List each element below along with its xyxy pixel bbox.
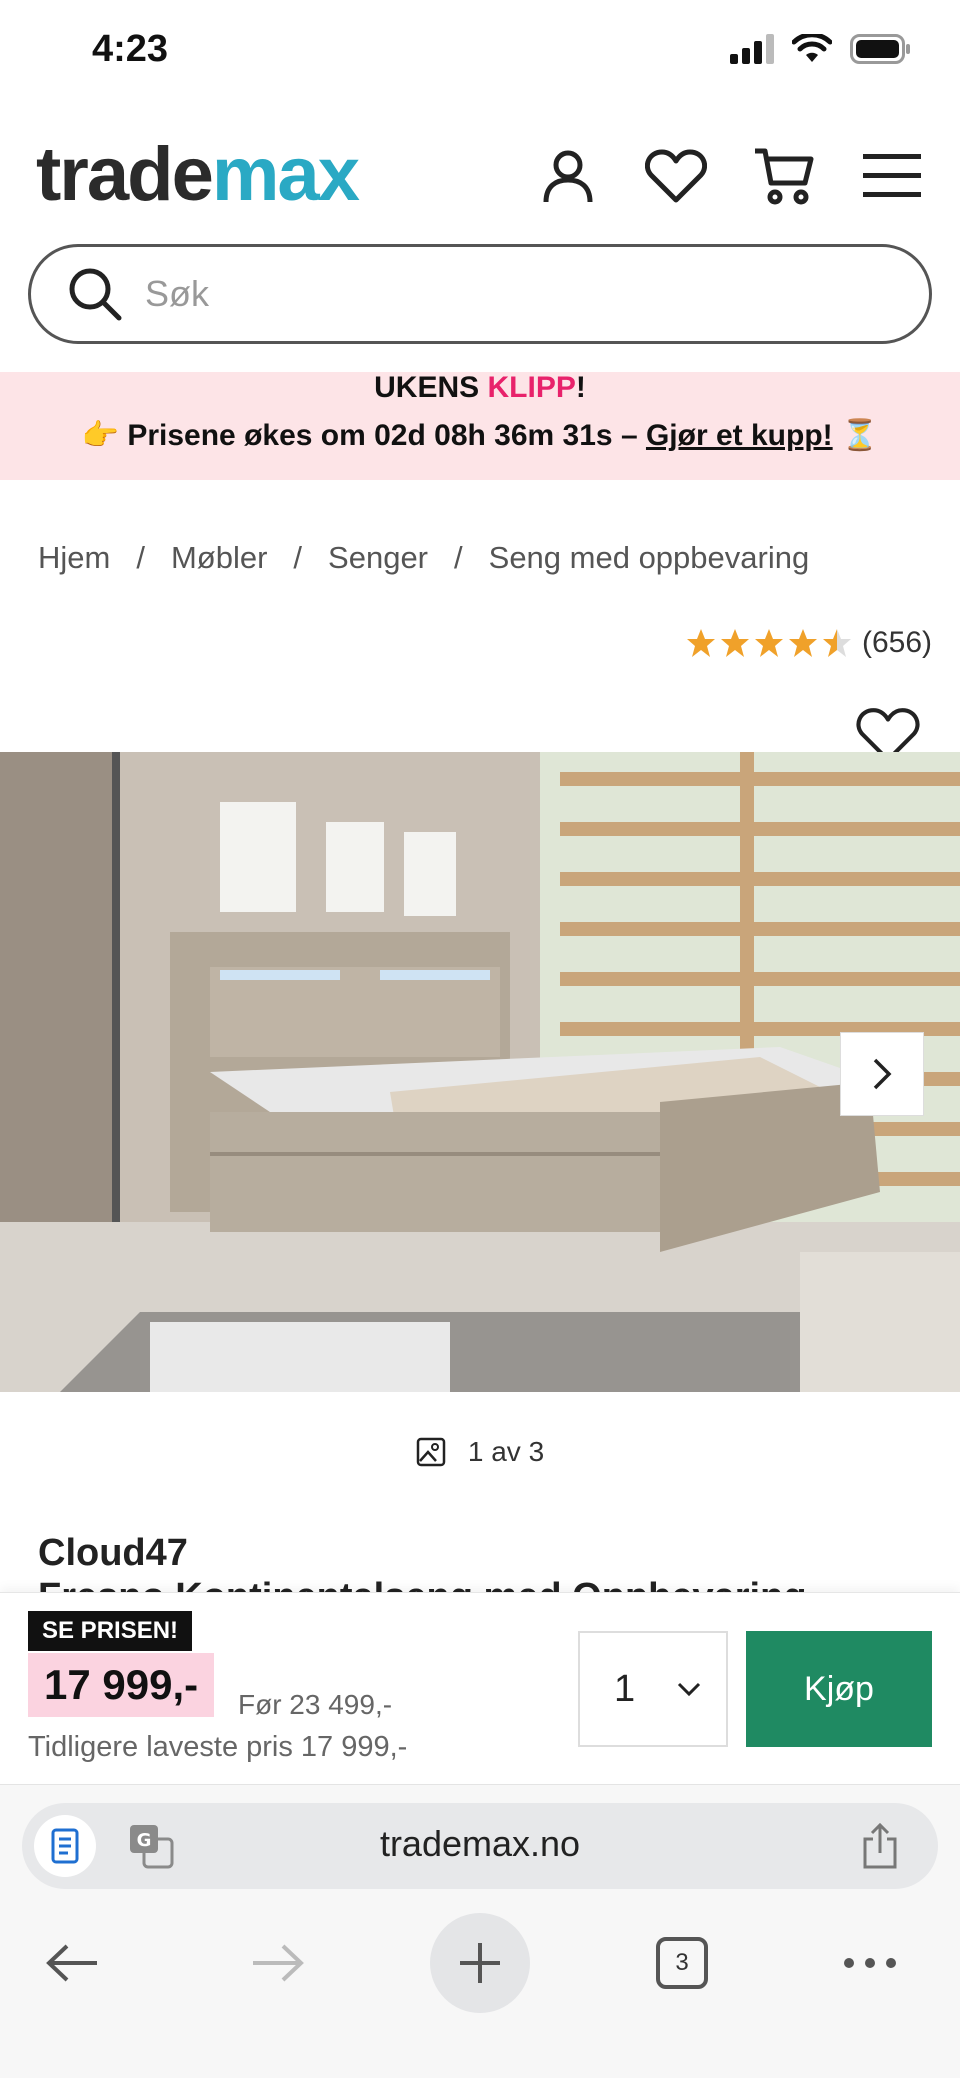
sticky-buy-bar: SE PRISEN! 17 999,- Før 23 499,- Tidlige… xyxy=(0,1592,960,1784)
breadcrumb-beds[interactable]: Senger xyxy=(328,540,428,576)
breadcrumb-separator: / xyxy=(293,540,303,575)
status-bar: 4:23 xyxy=(0,0,960,104)
menu-button[interactable] xyxy=(860,144,924,208)
forward-button[interactable] xyxy=(228,1913,328,2013)
quantity-value: 1 xyxy=(614,1667,636,1710)
rating-stars xyxy=(686,628,852,658)
star-icon xyxy=(686,629,715,657)
logo-text-max: max xyxy=(211,132,360,217)
hourglass-icon: ⏳ xyxy=(832,419,879,452)
product-rating[interactable]: (656) xyxy=(686,626,932,660)
search-input[interactable] xyxy=(145,273,845,315)
buy-button[interactable]: Kjøp xyxy=(746,1631,932,1747)
promo-title: UKENS KLIPP! xyxy=(0,370,960,406)
star-icon xyxy=(754,629,783,657)
previous-price: Før 23 499,- xyxy=(238,1689,393,1720)
chevron-down-icon xyxy=(677,1682,701,1697)
status-icons xyxy=(730,34,912,64)
product-title: Fresno Kontinentalseng med Oppbevaring xyxy=(38,1578,807,1592)
rating-count: (656) xyxy=(861,626,932,659)
product-brand: Cloud47 xyxy=(38,1532,188,1574)
search-bar[interactable] xyxy=(28,244,932,344)
gallery-counter: 1 av 3 xyxy=(0,1436,960,1468)
tabs-count: 3 xyxy=(656,1937,708,1989)
quantity-select[interactable]: 1 xyxy=(578,1631,728,1747)
breadcrumb: Hjem / Møbler / Senger / Seng med oppbev… xyxy=(38,540,809,576)
star-icon xyxy=(720,629,749,657)
lowest-price-note: Tidligere laveste pris 17 999,- xyxy=(28,1731,408,1763)
hamburger-menu-icon xyxy=(863,154,921,197)
plus-icon xyxy=(460,1943,500,1983)
address-bar[interactable]: G trademax.no xyxy=(22,1803,938,1889)
breadcrumb-separator: / xyxy=(136,540,145,575)
pointing-hand-icon: 👉 xyxy=(81,419,119,452)
price-badge: SE PRISEN! xyxy=(28,1611,193,1651)
battery-icon xyxy=(850,34,910,64)
gallery-next-button[interactable] xyxy=(840,1032,924,1116)
header-icons xyxy=(536,144,924,208)
breadcrumb-separator: / xyxy=(454,540,463,575)
product-image[interactable] xyxy=(0,752,960,1392)
wifi-icon xyxy=(792,34,832,62)
breadcrumb-furniture[interactable]: Møbler xyxy=(171,540,267,576)
user-icon xyxy=(543,150,593,203)
wishlist-button[interactable] xyxy=(644,144,708,208)
cart-icon xyxy=(755,148,814,205)
share-button[interactable] xyxy=(852,1817,908,1875)
gallery-counter-text: 1 av 3 xyxy=(467,1436,545,1467)
more-dots-icon xyxy=(844,1958,896,1968)
back-button[interactable] xyxy=(22,1913,122,2013)
more-button[interactable] xyxy=(820,1913,920,2013)
promo-title-exclamation: ! xyxy=(575,371,586,404)
breadcrumb-storage-beds[interactable]: Seng med oppbevaring xyxy=(489,540,810,576)
search-icon xyxy=(69,268,122,321)
arrow-left-icon xyxy=(46,1944,97,1982)
half-star-icon xyxy=(822,629,851,657)
image-icon xyxy=(416,1437,446,1467)
tabs-button[interactable]: 3 xyxy=(632,1913,732,2013)
heart-icon xyxy=(645,149,707,203)
bed-photo xyxy=(0,752,960,1392)
cellular-signal-icon xyxy=(730,34,774,64)
arrow-right-icon xyxy=(253,1944,304,1982)
new-tab-button[interactable] xyxy=(430,1913,530,2013)
status-time: 4:23 xyxy=(92,28,169,70)
promo-title-highlight: KLIPP xyxy=(487,371,576,404)
cart-button[interactable] xyxy=(752,144,816,208)
trademax-logo[interactable]: trademax xyxy=(36,130,360,220)
promo-countdown: 👉 Prisene økes om 02d 08h 36m 31s – Gjør… xyxy=(0,416,960,456)
promo-deal-link[interactable]: Gjør et kupp! xyxy=(646,419,833,452)
promo-title-text: UKENS xyxy=(374,371,488,404)
url-text: trademax.no xyxy=(379,1823,581,1864)
browser-toolbar: G trademax.no 3 xyxy=(0,1784,960,2078)
countdown-text: Prisene økes om 02d 08h 36m 31s – xyxy=(119,419,646,452)
product-price: 17 999,- xyxy=(28,1653,215,1717)
logo-text-trade: trade xyxy=(36,132,214,217)
site-header: trademax xyxy=(0,130,960,230)
promo-banner: UKENS KLIPP! 👉 Prisene økes om 02d 08h 3… xyxy=(0,370,960,480)
browser-nav-row: 3 xyxy=(0,1913,960,2023)
chevron-right-icon xyxy=(873,1058,892,1090)
breadcrumb-home[interactable]: Hjem xyxy=(38,540,110,576)
share-icon xyxy=(863,1823,897,1869)
account-button[interactable] xyxy=(536,144,600,208)
star-icon xyxy=(788,629,817,657)
